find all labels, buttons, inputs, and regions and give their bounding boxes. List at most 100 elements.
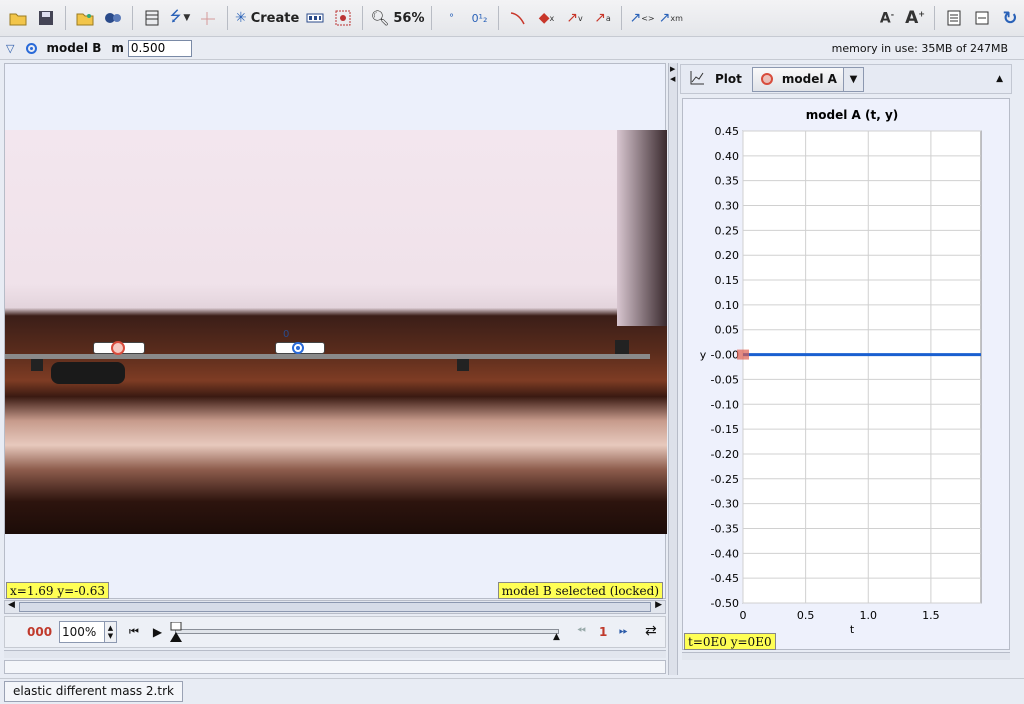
tracking-plot[interactable]: model A (t, y) 0.45 0.40 0.35 0.30 0.25 0.20 0.… xyxy=(683,99,1011,651)
autotracker-icon[interactable] xyxy=(331,5,355,31)
step-forward-icon[interactable]: ⏩︎ xyxy=(619,624,628,638)
reset-icon[interactable]: ⏮︎ xyxy=(129,625,139,639)
spinner-down-icon[interactable]: ▼ xyxy=(108,632,113,640)
toolbar-separator xyxy=(227,6,228,30)
y-tick-label: -0.40 xyxy=(711,547,739,560)
rate-spinner[interactable]: ▲ ▼ xyxy=(105,621,117,643)
slider-thumb-icon[interactable] xyxy=(169,621,183,642)
y-tick-label: 0.10 xyxy=(715,299,740,312)
vector-sum-icon[interactable]: ↗ <> xyxy=(629,5,654,31)
frame-slider[interactable] xyxy=(175,629,559,634)
magnifier-icon: 🔍︎ xyxy=(370,9,390,27)
collapse-pane-icon[interactable]: ◀ xyxy=(670,75,675,83)
trail-icon[interactable]: ° xyxy=(439,5,463,31)
model-a-icon xyxy=(760,73,773,85)
step-back-icon[interactable]: ⏪︎ xyxy=(577,624,586,638)
scrollbar-thumb[interactable] xyxy=(19,602,651,612)
chevron-down-icon[interactable]: ▼ xyxy=(842,67,863,91)
y-tick-label: -0.00 xyxy=(711,349,739,362)
model-a-marker[interactable] xyxy=(111,341,125,355)
wall-shadow xyxy=(617,130,667,326)
x-tick-label: 1.0 xyxy=(860,609,878,622)
frame-counter[interactable]: 000 xyxy=(27,625,55,639)
memory-status[interactable]: memory in use: 35MB of 247MB xyxy=(832,42,1008,55)
toolbar-separator xyxy=(934,6,935,30)
plot-lower-divider[interactable] xyxy=(682,652,1010,660)
zoom-button[interactable]: 🔍︎ 56% xyxy=(370,5,424,31)
open-file-icon[interactable] xyxy=(6,5,30,31)
plot-readout: t=0E0 y=0E0 xyxy=(684,633,776,650)
current-point-marker xyxy=(737,349,749,360)
track-bar: ▽ model B m memory in use: 35MB of 247MB xyxy=(0,37,1024,60)
velocity-icon[interactable]: ↗ v xyxy=(562,5,586,31)
y-tick-label: 0.30 xyxy=(715,200,740,213)
file-tab[interactable]: elastic different mass 2.trk xyxy=(4,681,183,702)
acceleration-icon[interactable]: ↗ a xyxy=(590,5,614,31)
model-b-marker[interactable] xyxy=(292,342,304,354)
table-clamp xyxy=(51,362,125,384)
lower-panel-divider[interactable] xyxy=(4,650,666,658)
plot-axes-icon xyxy=(689,70,705,89)
properties-icon[interactable] xyxy=(970,5,994,31)
playback-rate-field[interactable]: 100% xyxy=(59,621,105,643)
x-tick-label: 1.5 xyxy=(922,609,940,622)
label-icon[interactable]: 0¹₂ xyxy=(467,5,491,31)
model-b-icon xyxy=(26,42,38,54)
mass-field[interactable] xyxy=(127,39,192,57)
x-tick-label: 0.5 xyxy=(797,609,815,622)
split-pane-divider[interactable]: ▶ ◀ xyxy=(668,63,678,675)
y-tick-label: 0.20 xyxy=(715,249,740,262)
center-of-mass-icon[interactable]: ↗ xm xyxy=(659,5,683,31)
save-icon[interactable] xyxy=(34,5,58,31)
track-name-label[interactable]: model B xyxy=(46,41,101,55)
step-size[interactable]: 1 xyxy=(599,625,607,639)
y-tick-label: -0.50 xyxy=(711,597,739,610)
video-frame[interactable]: 0 xyxy=(5,130,667,534)
loop-icon[interactable]: ⇄ xyxy=(645,623,657,639)
track-control-icon[interactable] xyxy=(303,5,327,31)
scroll-right-icon[interactable]: ▶ xyxy=(655,600,662,610)
play-icon[interactable]: ▶ xyxy=(153,625,162,639)
chart-title: model A (t, y) xyxy=(806,108,899,122)
main-toolbar: ⭍ ▼ ✳ Create 🔍︎ 56% ° 0¹₂ ◆ x ↗ v ↗ a ↗ <> ↗ x… xyxy=(0,0,1024,37)
clip-settings-icon[interactable] xyxy=(140,5,164,31)
spinner-up-icon[interactable]: ▲ xyxy=(108,624,113,632)
y-tick-label: 0.40 xyxy=(715,150,740,163)
plot-tab-label[interactable]: Plot xyxy=(715,72,742,86)
position-icon[interactable]: ◆ x xyxy=(534,5,558,31)
y-tick-label: -0.20 xyxy=(711,448,739,461)
player-bar: 000 100% ▲ ▼ ⏮︎ ▶ ▲ ⏪︎ 1 ⏩︎ ⇄ xyxy=(4,616,666,648)
file-tab-bar: elastic different mass 2.trk xyxy=(0,678,1024,704)
axes-icon[interactable] xyxy=(196,5,220,31)
toolbar-separator xyxy=(621,6,623,30)
video-panel[interactable]: 0 x=1.69 y=-0.63 model B selected (locke… xyxy=(4,63,667,599)
model-b-frame-label: 0 xyxy=(283,329,290,340)
path-icon[interactable] xyxy=(506,5,530,31)
scroll-left-icon[interactable]: ◀ xyxy=(8,600,15,610)
rail-support xyxy=(457,359,469,371)
open-video-icon[interactable] xyxy=(73,5,97,31)
asterisk-icon: ✳ xyxy=(235,10,247,26)
toolbar-separator xyxy=(65,6,66,30)
y-tick-label: 0.35 xyxy=(715,175,740,188)
plot-header: Plot model A ▼ ▲ xyxy=(680,64,1012,94)
maximize-icon[interactable]: ▲ xyxy=(996,74,1003,84)
collapse-icon[interactable]: ▽ xyxy=(6,42,14,55)
x-axis-label: t xyxy=(850,623,855,636)
track-dropdown[interactable]: model A ▼ xyxy=(751,66,864,92)
calibration-tools-icon[interactable]: ⭍ ▼ xyxy=(168,5,192,31)
refresh-icon[interactable]: ↻ xyxy=(998,5,1022,31)
lower-panel-stub xyxy=(4,660,666,674)
expand-icon[interactable]: ▶ xyxy=(670,65,675,73)
video-scrollbar[interactable]: ◀ ▶ xyxy=(4,600,666,614)
y-tick-label: -0.15 xyxy=(711,423,739,436)
x-tick-label: 0 xyxy=(740,609,747,622)
y-tick-label: -0.45 xyxy=(711,572,739,585)
plot-area[interactable]: model A (t, y) 0.45 0.40 0.35 0.30 0.25 0.20 0.… xyxy=(682,98,1010,650)
notes-icon[interactable] xyxy=(942,5,966,31)
font-smaller-icon[interactable]: A- xyxy=(875,5,899,31)
create-button[interactable]: ✳ Create xyxy=(235,5,299,31)
font-larger-icon[interactable]: A+ xyxy=(903,5,927,31)
import-icon[interactable] xyxy=(101,5,125,31)
y-tick-label: -0.05 xyxy=(711,373,739,386)
